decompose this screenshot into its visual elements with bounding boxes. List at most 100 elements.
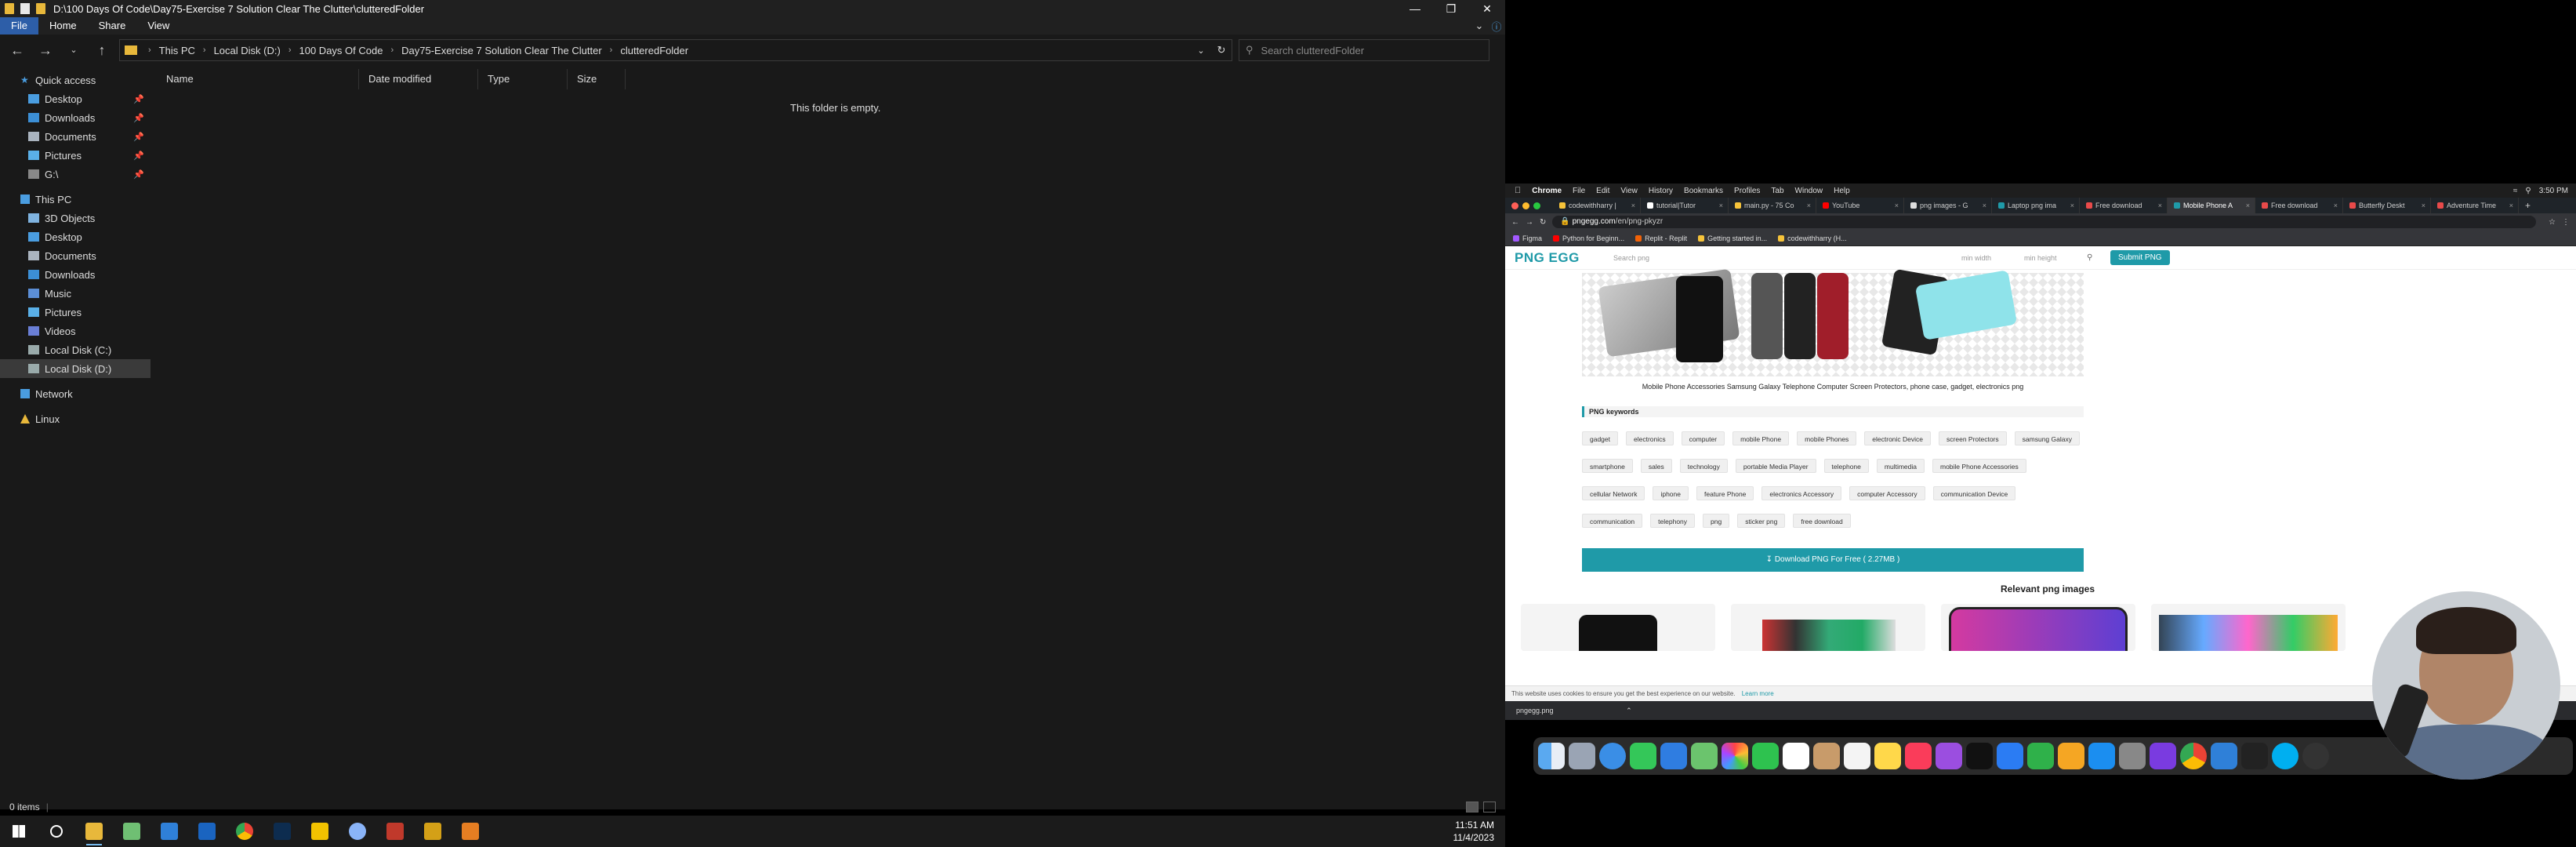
extensions-icon[interactable]: ⋮ [2562,218,2576,227]
zoom-window-button[interactable] [1533,202,1540,209]
browser-tab[interactable]: Free download × [2080,198,2168,213]
nav-item-pictures[interactable]: Pictures 📌 [0,146,151,165]
keyword-tag[interactable]: telephony [1650,514,1696,528]
cloud-app-icon[interactable] [339,816,376,847]
reminders-icon[interactable] [1844,743,1870,769]
nav-item-pc-desktop[interactable]: Desktop [0,227,151,246]
new-tab-button[interactable]: + [2519,200,2531,211]
messages-icon[interactable] [1630,743,1656,769]
browser-tab[interactable]: codewithharry | × [1553,198,1641,213]
keyword-tag[interactable]: mobile Phones [1797,431,1857,445]
browser-tab[interactable]: Butterfly Deskt × [2343,198,2431,213]
chrome-icon[interactable] [226,816,263,847]
nav-item-g-drive[interactable]: G:\ 📌 [0,165,151,184]
thumbnail[interactable] [1941,604,2135,651]
keyword-tag[interactable]: multimedia [1876,459,1925,473]
maps-icon[interactable] [1691,743,1718,769]
back-button[interactable]: ← [1511,218,1519,227]
bookmark-figma[interactable]: Figma [1513,234,1542,242]
minimize-button[interactable]: — [1397,2,1433,16]
thumbnail[interactable] [1731,604,1925,651]
app-icon[interactable] [452,816,489,847]
minimize-window-button[interactable] [1522,202,1529,209]
nav-item-downloads[interactable]: Downloads 📌 [0,108,151,127]
nav-item-documents[interactable]: Documents 📌 [0,127,151,146]
podcasts-icon[interactable] [1936,743,1962,769]
keyword-tag[interactable]: telephone [1823,459,1869,473]
app-store-icon[interactable] [2088,743,2115,769]
folder-icon[interactable] [5,3,14,14]
nav-item-pc-documents[interactable]: Documents [0,246,151,265]
column-name[interactable]: Name [157,69,359,89]
notes-icon[interactable] [1874,743,1901,769]
notepad-icon[interactable] [113,816,151,847]
photoshop-icon[interactable] [263,816,301,847]
menu-window[interactable]: Window [1795,187,1823,195]
browser-tab-active[interactable]: Mobile Phone A × [2168,198,2255,213]
wifi-icon[interactable]: ≈ [2513,187,2518,195]
min-height-input[interactable]: min height [2024,254,2087,262]
keyword-tag[interactable]: technology [1679,459,1728,473]
keyword-tag[interactable]: screen Protectors [1939,431,2007,445]
properties-icon[interactable] [20,3,30,14]
tab-view[interactable]: View [136,17,180,35]
keyword-tag[interactable]: communication Device [1932,486,2016,500]
facetime-icon[interactable] [1752,743,1779,769]
keyword-tag[interactable]: free download [1793,514,1851,528]
github-icon[interactable] [2302,743,2329,769]
keyword-tag[interactable]: communication [1582,514,1643,528]
recent-locations-icon[interactable]: ⌄ [63,39,85,61]
breadcrumb-day75[interactable]: Day75-Exercise 7 Solution Clear The Clut… [398,45,605,56]
menu-tab[interactable]: Tab [1771,187,1783,195]
download-png-button[interactable]: ↧ Download PNG For Free ( 2.27MB ) [1582,548,2084,572]
download-item[interactable]: pngegg.png [1516,707,1554,714]
nav-item-videos[interactable]: Videos [0,322,151,340]
reload-button[interactable]: ↻ [1540,218,1546,227]
mail-icon[interactable] [1660,743,1687,769]
music-icon[interactable] [1905,743,1932,769]
tab-share[interactable]: Share [88,17,137,35]
breadcrumb-local-disk-d[interactable]: Local Disk (D:) [211,45,284,56]
search-icon[interactable]: ⚲ [2525,187,2531,195]
breadcrumb-cluttered-folder[interactable]: clutteredFolder [617,45,691,56]
app-icon[interactable] [414,816,452,847]
skype-icon[interactable] [2272,743,2298,769]
keyword-tag[interactable]: computer [1681,431,1725,445]
file-explorer-icon[interactable] [75,816,113,847]
browser-tab[interactable]: main.py - 75 Co × [1729,198,1816,213]
photos-icon[interactable] [1722,743,1748,769]
bookmark-python[interactable]: Python for Beginn... [1553,234,1624,242]
nav-item-pc-pictures[interactable]: Pictures [0,303,151,322]
keyword-tag[interactable]: smartphone [1582,459,1633,473]
menu-chrome[interactable]: Chrome [1532,187,1562,195]
numbers-icon[interactable] [2027,743,2054,769]
nav-item-desktop[interactable]: Desktop 📌 [0,89,151,108]
bookmark-replit[interactable]: Replit - Replit [1635,234,1687,242]
url-bar[interactable]: 🔒 pngegg.com/en/png-pkyzr [1552,216,2537,228]
bookmark-getting-started[interactable]: Getting started in... [1698,234,1767,242]
site-logo[interactable]: PNG EGG [1515,250,1609,266]
help-icon[interactable]: ⓘ [1488,19,1505,34]
submit-png-button[interactable]: Submit PNG [2110,250,2170,265]
details-view-icon[interactable] [1466,802,1478,812]
search-icon[interactable]: ⚲ [2087,253,2103,262]
app-icon[interactable] [376,816,414,847]
vscode-icon[interactable] [151,816,188,847]
launchpad-icon[interactable] [1569,743,1595,769]
menu-profiles[interactable]: Profiles [1734,187,1760,195]
keyword-tag[interactable]: gadget [1582,431,1618,445]
breadcrumb-this-pc[interactable]: This PC [156,45,198,56]
nav-this-pc[interactable]: This PC [0,190,151,209]
chevron-up-icon[interactable]: ⌃ [1626,707,1632,714]
settings-icon[interactable] [2119,743,2146,769]
address-bar[interactable]: › This PC › Local Disk (D:) › 100 Days O… [119,39,1232,61]
column-date-modified[interactable]: Date modified [359,69,478,89]
vscode-icon[interactable] [2211,743,2237,769]
menu-edit[interactable]: Edit [1596,187,1609,195]
search-input[interactable]: ⚲ Search clutteredFolder [1239,39,1489,61]
keyword-tag[interactable]: sales [1640,459,1672,473]
learn-more-link[interactable]: Learn more [1742,690,1774,697]
nav-item-music[interactable]: Music [0,284,151,303]
nav-item-local-disk-d[interactable]: Local Disk (D:) [0,359,151,378]
browser-tab[interactable]: Free download × [2255,198,2343,213]
